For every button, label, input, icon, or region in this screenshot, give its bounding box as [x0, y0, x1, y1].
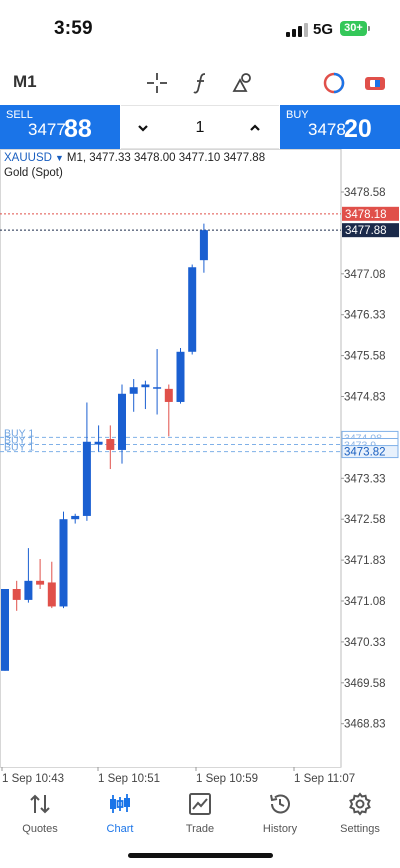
objects-icon[interactable] [230, 70, 256, 96]
signal-icon [286, 23, 308, 37]
plot-frame [0, 149, 342, 768]
nav-label: Quotes [22, 823, 58, 835]
sell-price-big: 88 [64, 115, 92, 143]
price-tick-label: 3468.83 [344, 719, 386, 731]
chart-toolbar: M1 [0, 62, 400, 104]
order-line-label: BUY 1 [4, 442, 34, 454]
nav-history[interactable]: History [240, 791, 320, 841]
history-icon [270, 794, 290, 814]
settings-icon [349, 792, 371, 816]
price-tick-label: 3469.58 [344, 678, 386, 690]
candle-body [59, 519, 68, 607]
candle-body [153, 387, 162, 389]
network-label: 5G [313, 21, 334, 38]
quotes-icon [30, 794, 50, 814]
nav-trade[interactable]: Trade [160, 791, 240, 841]
home-indicator [128, 853, 273, 858]
candlestick-chart[interactable]: 3478.58 3477.08 3476.33 3475.58 3474.83 3473.… [0, 149, 400, 787]
chart-icon [110, 794, 130, 813]
nav-chart[interactable]: Chart [80, 791, 160, 841]
time-tick-label: 1 Sep 11:07 [294, 773, 355, 785]
price-tick-label: 3478.58 [344, 187, 386, 199]
nav-label: History [262, 823, 298, 835]
chart-symbol-line: XAUUSD ▼ M1, 3477.33 3478.00 3477.10 3477.… [4, 152, 265, 164]
price-tick-label: 3471.83 [344, 555, 386, 567]
order-price-label: 3473.82 [344, 447, 386, 459]
candle-body [36, 580, 45, 585]
lot-increase-button[interactable] [245, 118, 265, 138]
time-tick-label: 1 Sep 10:51 [98, 773, 160, 785]
price-tick-label: 3473.33 [344, 473, 386, 485]
candle-body [12, 589, 21, 600]
buy-button[interactable]: BUY 3478. 20 [280, 105, 400, 149]
candle-body [1, 589, 9, 671]
price-tick-label: 3471.08 [344, 596, 386, 608]
candle-body [94, 441, 103, 445]
price-tick-label: 3476.33 [344, 310, 386, 322]
chevron-up-icon [250, 124, 260, 131]
status-bar: 3:59 5G 30+ [0, 0, 400, 58]
nav-quotes[interactable]: Quotes [0, 791, 80, 841]
battery-tip [368, 26, 370, 31]
candle-body [106, 439, 115, 450]
status-time: 3:59 [54, 18, 93, 39]
price-tick-label: 3472.58 [344, 514, 386, 526]
bid-price-label: 3477.88 [345, 225, 387, 237]
trade-panel-icon[interactable] [362, 70, 388, 96]
ask-price-label: 3478.18 [345, 209, 387, 221]
timeframe-button[interactable]: M1 [13, 72, 37, 92]
chart-theme-icon[interactable] [321, 70, 347, 96]
candle-body [141, 384, 150, 388]
lot-size-control: 1 [121, 105, 279, 149]
one-click-trade-panel: SELL 3477. 88 1 BUY 3478. 20 [0, 105, 400, 149]
nav-settings[interactable]: Settings [320, 791, 400, 841]
candle-body [118, 393, 126, 450]
chart-symbol-description: Gold (Spot) [4, 167, 63, 179]
nav-label: Trade [185, 823, 215, 835]
candle-body [129, 387, 138, 394]
price-tick-label: 3474.83 [344, 392, 386, 404]
candle-body [164, 388, 173, 402]
time-tick-label: 1 Sep 10:59 [196, 773, 258, 785]
chart-ohlc: M1, 3477.33 3478.00 3477.10 3477.88 [66, 152, 266, 164]
crosshair-icon[interactable] [144, 70, 170, 96]
chart-symbol[interactable]: XAUUSD [4, 152, 52, 164]
candle-body [47, 582, 56, 607]
symbol-dropdown-icon[interactable]: ▼ [55, 153, 64, 163]
candle-body [71, 515, 80, 520]
candle-body [82, 441, 91, 516]
sell-button[interactable]: SELL 3477. 88 [0, 105, 120, 149]
trade-icon [189, 793, 211, 815]
buy-price-big: 20 [344, 115, 372, 143]
nav-label: Chart [106, 823, 134, 835]
candle-body [199, 230, 208, 261]
candle-body [176, 351, 185, 402]
indicators-icon[interactable] [188, 70, 214, 96]
price-chart[interactable]: 3478.58 3477.08 3476.33 3475.58 3474.83 3473.… [0, 149, 400, 787]
price-tick-label: 3475.58 [344, 351, 386, 363]
buy-label: BUY [286, 109, 309, 121]
price-tick-label: 3470.33 [344, 637, 386, 649]
nav-label: Settings [340, 823, 380, 835]
battery-icon: 30+ [340, 21, 367, 36]
candle-body [188, 267, 197, 352]
candle-body [24, 580, 33, 600]
price-tick-label: 3477.08 [344, 269, 386, 281]
time-tick-label: 1 Sep 10:43 [2, 773, 64, 785]
